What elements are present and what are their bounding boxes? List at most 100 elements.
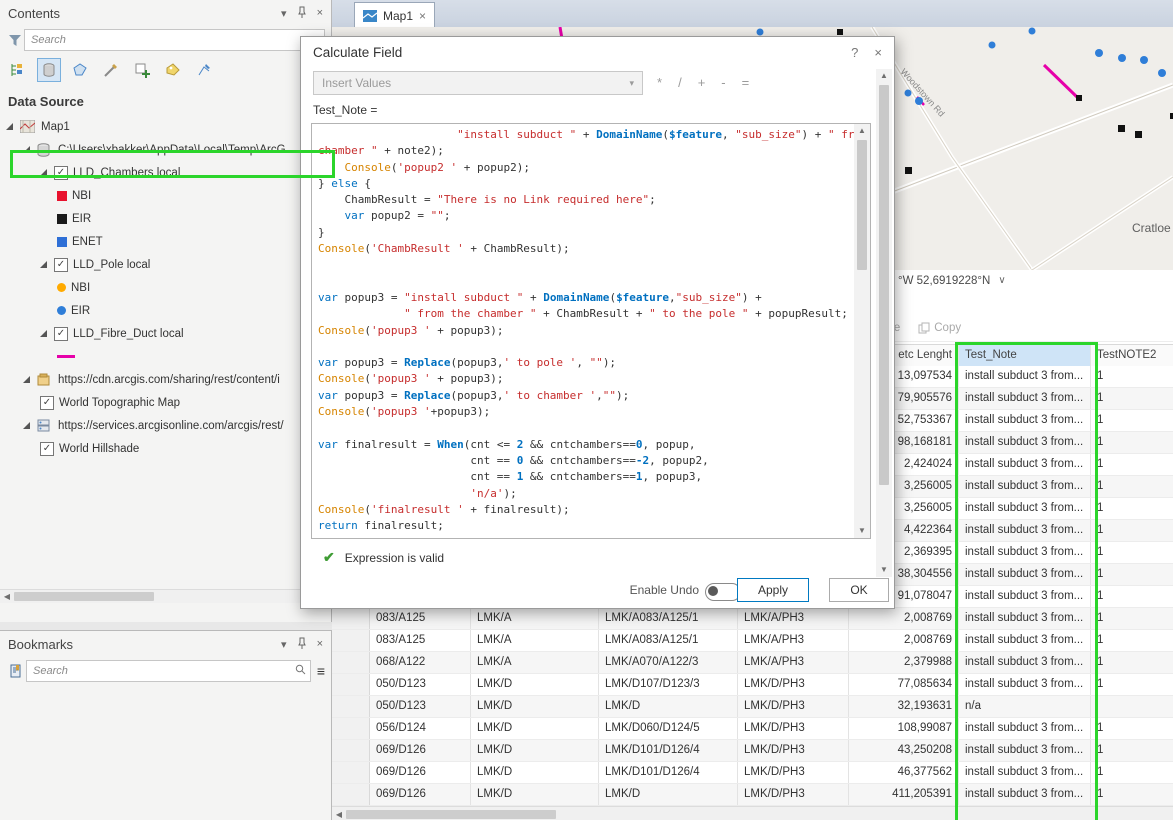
cell[interactable]: LMK/D [471, 674, 599, 695]
tree-item-eir[interactable]: EIR [0, 299, 331, 322]
cell[interactable]: 1 [1091, 410, 1173, 431]
tree-item-world-topographic-map[interactable]: ✓World Topographic Map [0, 391, 331, 414]
cell[interactable]: LMK/A070/A122/3 [599, 652, 738, 673]
cell[interactable]: 050/D123 [370, 696, 471, 717]
expander-icon[interactable] [6, 123, 13, 130]
code-vertical-scrollbar[interactable]: ▲ ▼ [854, 124, 870, 538]
cell[interactable]: install subduct 3 from... [959, 784, 1091, 805]
cell[interactable]: 2,008769 [849, 608, 959, 629]
tab-map1[interactable]: Map1 × [354, 2, 435, 28]
expression-editor[interactable]: "install subduct " + DomainName($feature… [311, 123, 871, 539]
scrollbar-thumb[interactable] [14, 592, 154, 601]
layer-checkbox[interactable]: ✓ [54, 327, 68, 341]
cell[interactable]: install subduct 3 from... [959, 652, 1091, 673]
cell[interactable]: 1 [1091, 674, 1173, 695]
help-icon[interactable]: ? [851, 45, 858, 60]
cell[interactable]: install subduct 3 from... [959, 542, 1091, 563]
cell[interactable]: LMK/A/PH3 [738, 630, 849, 651]
cell[interactable]: 77,085634 [849, 674, 959, 695]
cell[interactable]: LMK/D060/D124/5 [599, 718, 738, 739]
dialog-title-bar[interactable]: Calculate Field ? × [301, 37, 894, 67]
cell[interactable]: 1 [1091, 520, 1173, 541]
tree-item-world-hillshade[interactable]: ✓World Hillshade [0, 437, 331, 460]
cell[interactable]: LMK/A [471, 652, 599, 673]
scrollbar-thumb[interactable] [346, 810, 556, 819]
list-by-editing-icon[interactable] [99, 58, 123, 82]
scroll-up-icon[interactable]: ▲ [854, 124, 870, 138]
tree-item-eir[interactable]: EIR [0, 207, 331, 230]
scroll-left-icon[interactable]: ◀ [332, 810, 346, 819]
cell[interactable]: 069/D126 [370, 740, 471, 761]
expander-icon[interactable] [23, 376, 30, 383]
cell[interactable]: LMK/D/PH3 [738, 696, 849, 717]
cell[interactable]: install subduct 3 from... [959, 454, 1091, 475]
row-header-cell[interactable] [332, 762, 370, 783]
enable-undo-toggle[interactable] [705, 583, 741, 601]
dialog-vertical-scrollbar[interactable]: ▲ ▼ [876, 69, 892, 577]
cell[interactable]: LMK/A083/A125/1 [599, 608, 738, 629]
tree-item-c-users-xbakker-appdata-local-[interactable]: C:\Users\xbakker\AppData\Local\Temp\ArcG [0, 138, 331, 161]
cell[interactable]: 43,250208 [849, 740, 959, 761]
cell[interactable]: 1 [1091, 498, 1173, 519]
layer-checkbox[interactable]: ✓ [40, 442, 54, 456]
scroll-down-icon[interactable]: ▼ [876, 563, 892, 577]
cell[interactable]: install subduct 3 from... [959, 366, 1091, 387]
expander-icon[interactable] [23, 422, 30, 429]
expander-icon[interactable] [23, 146, 30, 153]
table-row[interactable]: 050/D123LMK/DLMK/D107/D123/3LMK/D/PH377,… [332, 674, 1173, 696]
cell[interactable]: 069/D126 [370, 762, 471, 783]
scroll-up-icon[interactable]: ▲ [876, 69, 892, 83]
tree-item-lld-fibre-duct-local[interactable]: ✓LLD_Fibre_Duct local [0, 322, 331, 345]
cell[interactable]: 1 [1091, 784, 1173, 805]
tree-item-nbi[interactable]: NBI [0, 276, 331, 299]
operator-button[interactable]: = [742, 75, 750, 90]
cell[interactable]: install subduct 3 from... [959, 608, 1091, 629]
cell[interactable]: install subduct 3 from... [959, 674, 1091, 695]
table-row[interactable]: 083/A125LMK/ALMK/A083/A125/1LMK/A/PH32,0… [332, 630, 1173, 652]
row-header-cell[interactable] [332, 652, 370, 673]
cell[interactable]: 1 [1091, 564, 1173, 585]
tree-item-enet[interactable]: ENET [0, 230, 331, 253]
layer-checkbox[interactable]: ✓ [40, 396, 54, 410]
row-header-cell[interactable] [332, 696, 370, 717]
cell[interactable]: install subduct 3 from... [959, 520, 1091, 541]
tree-item-symbol[interactable] [0, 345, 331, 368]
pane-menu-icon[interactable]: ▾ [281, 638, 287, 651]
cell[interactable]: LMK/D/PH3 [738, 784, 849, 805]
cell[interactable]: install subduct 3 from... [959, 410, 1091, 431]
cell[interactable]: 1 [1091, 476, 1173, 497]
copy-button[interactable]: Copy [918, 322, 961, 334]
cell[interactable]: install subduct 3 from... [959, 564, 1091, 585]
cell[interactable]: 1 [1091, 630, 1173, 651]
menu-icon[interactable]: ≡ [317, 663, 325, 679]
cell[interactable]: 1 [1091, 454, 1173, 475]
tree-item-map1[interactable]: Map1 [0, 115, 331, 138]
operator-button[interactable]: - [721, 75, 725, 90]
cell[interactable]: 1 [1091, 542, 1173, 563]
row-header-cell[interactable] [332, 630, 370, 651]
expander-icon[interactable] [40, 169, 47, 176]
contents-horizontal-scrollbar[interactable]: ◀ ▶ [0, 589, 331, 603]
tree-item-https-services-arcgisonline-co[interactable]: https://services.arcgisonline.com/arcgis… [0, 414, 331, 437]
tree-item-lld-pole-local[interactable]: ✓LLD_Pole local [0, 253, 331, 276]
cell[interactable]: LMK/A/PH3 [738, 608, 849, 629]
coordinate-dropdown-icon[interactable]: ∨ [998, 275, 1005, 286]
cell[interactable]: 32,193631 [849, 696, 959, 717]
cell[interactable]: install subduct 3 from... [959, 498, 1091, 519]
cell[interactable]: install subduct 3 from... [959, 630, 1091, 651]
cell[interactable]: LMK/A083/A125/1 [599, 630, 738, 651]
cell[interactable]: 083/A125 [370, 608, 471, 629]
auto-hide-pin-icon[interactable] [297, 6, 307, 21]
layer-checkbox[interactable]: ✓ [54, 258, 68, 272]
cell[interactable]: LMK/D [599, 784, 738, 805]
list-by-snapping-icon[interactable] [130, 58, 154, 82]
cell[interactable]: 108,99087 [849, 718, 959, 739]
list-by-data-source-icon[interactable] [37, 58, 61, 82]
auto-hide-pin-icon[interactable] [297, 637, 307, 652]
operator-button[interactable]: / [678, 75, 682, 90]
tree-item-lld-chambers-local[interactable]: ✓LLD_Chambers local [0, 161, 331, 184]
row-header-cell[interactable] [332, 718, 370, 739]
list-by-selection-icon[interactable] [68, 58, 92, 82]
close-icon[interactable]: × [317, 7, 323, 19]
tree-item-nbi[interactable]: NBI [0, 184, 331, 207]
